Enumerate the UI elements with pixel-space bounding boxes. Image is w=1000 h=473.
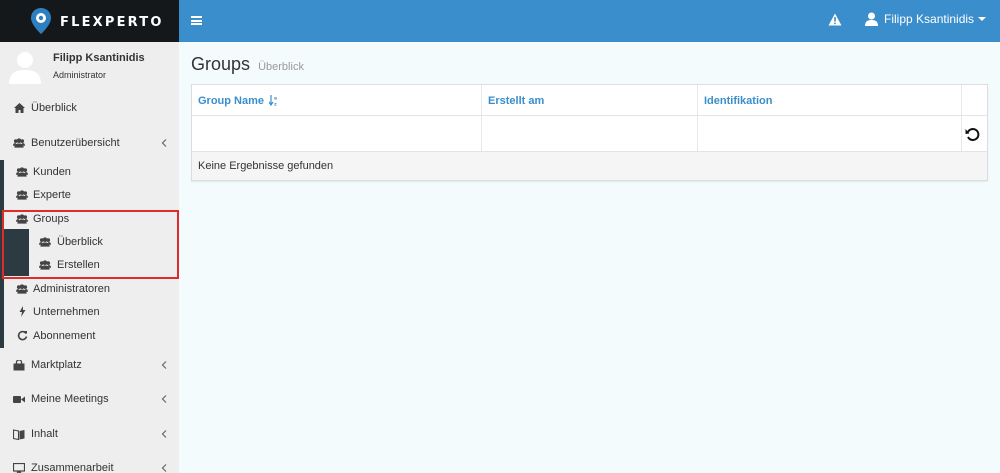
user-panel-name: Filipp Ksantinidis (53, 52, 145, 64)
filter-cell-erstellt[interactable] (482, 116, 698, 152)
sidebar-item-label: Administratoren (33, 282, 111, 295)
sidebar-item-abonnement[interactable]: Abonnement (4, 324, 179, 347)
sort-alpha-icon: a z (269, 95, 277, 107)
user-panel: Filipp Ksantinidis Administrator (0, 42, 179, 92)
user-icon (865, 12, 878, 26)
bolt-icon (16, 306, 28, 318)
sidebar-item-label: Groups (33, 212, 70, 225)
sidebar-item-label: Unternehmen (33, 305, 100, 318)
top-navbar: Filipp Ksantinidis (179, 0, 1000, 42)
sidebar-item-label: Inhalt (31, 428, 58, 440)
user-panel-role: Administrator (53, 70, 107, 80)
sidebar-item-label: Meine Meetings (31, 393, 109, 405)
sidebar-item-label: Kunden (33, 165, 71, 178)
filter-cell-identifikation[interactable] (698, 116, 962, 152)
users-icon (16, 283, 28, 295)
column-header-erstellt[interactable]: Erstellt am (482, 85, 698, 116)
home-icon (13, 102, 25, 114)
sidebar-toggle-icon[interactable] (191, 16, 202, 25)
chevron-left-icon (161, 361, 167, 369)
page-subtitle: Überblick (258, 61, 304, 73)
shopping-bag-icon (13, 359, 25, 371)
column-header-label: Erstellt am (488, 94, 545, 107)
column-header-label: Identifikation (704, 94, 773, 107)
filter-row (192, 116, 987, 152)
sidebar-item-label: Erstellen (57, 258, 100, 271)
chevron-left-icon (161, 139, 167, 147)
video-camera-icon (13, 393, 25, 405)
sidebar-item-overview[interactable]: Überblick (0, 93, 179, 123)
svg-text:z: z (274, 103, 277, 107)
users-icon (16, 166, 28, 178)
svg-text:a: a (274, 97, 277, 102)
empty-result-row: Keine Ergebnisse gefunden (192, 152, 987, 180)
sidebar-item-groups-overview[interactable]: Überblick (29, 230, 179, 253)
content-header: Groups Überblick (191, 54, 304, 75)
desktop-icon (13, 462, 25, 473)
users-icon (13, 137, 25, 149)
warning-icon[interactable] (828, 13, 842, 26)
column-header-group-name[interactable]: Group Name a z (192, 85, 482, 116)
column-header-identifikation[interactable]: Identifikation (698, 85, 962, 116)
sidebar-item-benutzer[interactable]: Benutzerübersicht (0, 128, 179, 158)
avatar (9, 52, 41, 84)
sidebar-item-inhalt[interactable]: Inhalt (0, 419, 179, 449)
user-menu-name: Filipp Ksantinidis (884, 12, 975, 26)
logo-bar[interactable]: FLEXPERTO (0, 0, 179, 42)
caret-down-icon (978, 17, 987, 21)
groups-table-box: Group Name a z Erstellt am Identifikatio… (191, 84, 988, 181)
sidebar-item-kunden[interactable]: Kunden (4, 160, 179, 183)
reset-filter-icon[interactable] (965, 127, 980, 142)
users-icon (39, 236, 51, 248)
sidebar-item-groups[interactable]: Groups (4, 207, 179, 230)
sidebar-item-label: Zusammenarbeit (31, 462, 114, 473)
column-header-label: Group Name (198, 94, 265, 107)
users-icon (39, 259, 51, 271)
sidebar-item-label: Überblick (31, 102, 77, 114)
sidebar-item-unternehmen[interactable]: Unternehmen (4, 300, 179, 323)
book-icon (13, 428, 25, 440)
users-icon (16, 213, 28, 225)
empty-result-text: Keine Ergebnisse gefunden (198, 160, 334, 172)
sidebar-item-meetings[interactable]: Meine Meetings (0, 384, 179, 414)
sidebar-item-label: Benutzerübersicht (31, 137, 120, 149)
table-header: Group Name a z Erstellt am Identifikatio… (192, 85, 987, 116)
sidebar-item-label: Experte (33, 188, 71, 201)
tree-indicator-nested (4, 229, 29, 276)
chevron-left-icon (161, 430, 167, 438)
brand-logo-text: FLEXPERTO (60, 15, 164, 30)
chevron-left-icon (161, 464, 167, 472)
user-menu-toggle[interactable]: Filipp Ksantinidis (865, 12, 987, 26)
page-title: Groups (191, 54, 251, 74)
sidebar-item-marktplatz[interactable]: Marktplatz (0, 350, 179, 380)
chevron-left-icon (161, 395, 167, 403)
sidebar-item-zusammenarbeit[interactable]: Zusammenarbeit (0, 453, 179, 473)
sidebar-item-label: Abonnement (33, 329, 96, 342)
refresh-icon (16, 330, 28, 342)
sidebar-item-groups-create[interactable]: Erstellen (29, 253, 179, 276)
sidebar-item-administratoren[interactable]: Administratoren (4, 277, 179, 300)
users-icon (16, 189, 28, 201)
sidebar-item-label: Überblick (57, 235, 103, 248)
filter-cell-group-name[interactable] (192, 116, 482, 152)
sidebar-item-experte[interactable]: Experte (4, 183, 179, 206)
logo-pin-icon (31, 8, 51, 34)
sidebar-item-label: Marktplatz (31, 359, 82, 371)
sidebar: Filipp Ksantinidis Administrator Überbli… (0, 42, 179, 473)
